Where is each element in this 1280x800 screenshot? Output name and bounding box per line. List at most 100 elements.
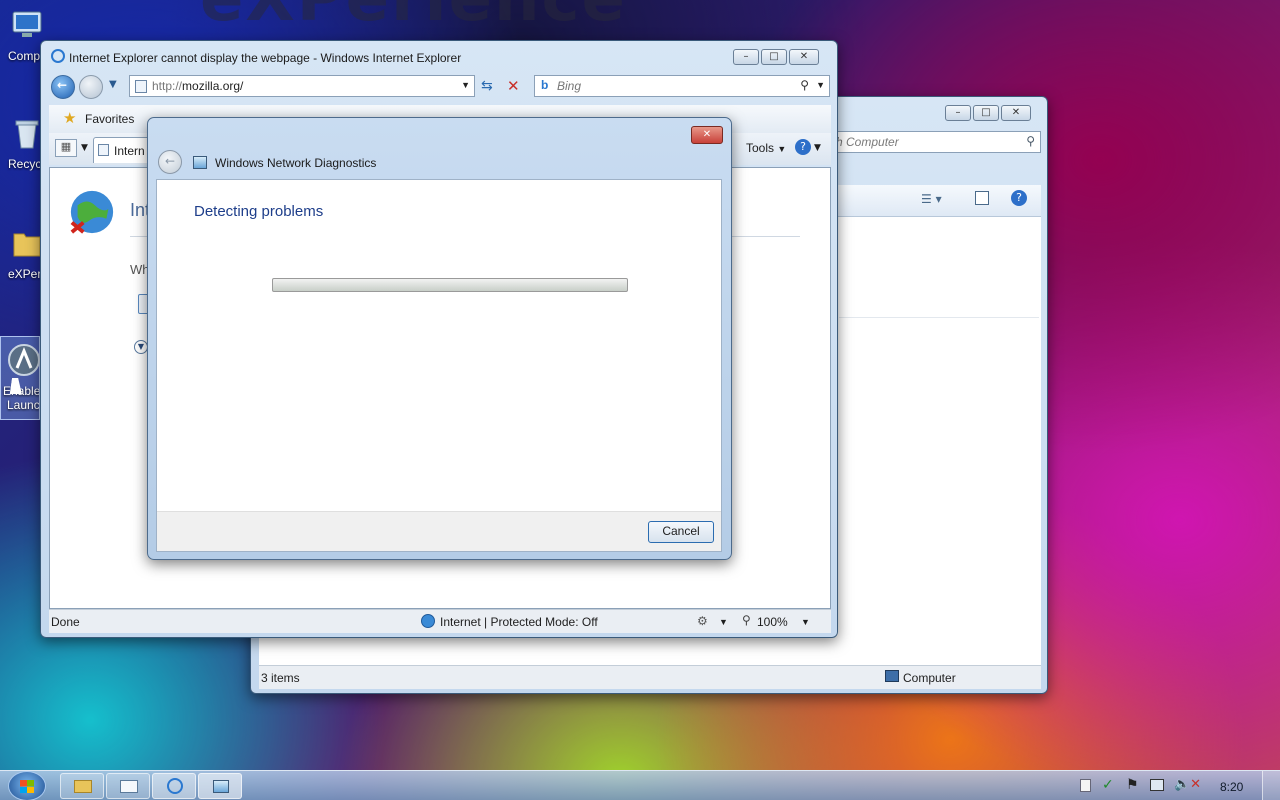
network-diagnostics-icon: [213, 780, 229, 793]
tray-volume-muted-icon[interactable]: 🔈✕: [1174, 777, 1201, 792]
protected-mode-icon[interactable]: ⚙: [697, 614, 708, 628]
maximize-button[interactable]: □: [973, 105, 999, 121]
progress-bar: [272, 278, 628, 292]
launcher-icon: [8, 344, 40, 376]
explorer-status-bar: 3 items Computer: [259, 665, 1041, 689]
item-count: 3 items: [261, 671, 300, 685]
dialog-footer: Cancel: [157, 511, 721, 551]
search-box[interactable]: b Bing ⚲ ▼: [534, 75, 830, 97]
address-prefix: http://: [152, 79, 183, 93]
divider: [839, 317, 1039, 318]
cancel-button[interactable]: Cancel: [648, 521, 714, 543]
window-icon: [120, 780, 138, 793]
tools-label: Tools: [746, 141, 775, 155]
back-arrow-icon: ←: [165, 154, 176, 168]
search-placeholder: Bing: [557, 79, 582, 93]
back-button[interactable]: ←: [51, 75, 75, 99]
help-menu-icon[interactable]: ?: [795, 139, 811, 155]
protected-dropdown-icon[interactable]: ▼: [719, 617, 728, 627]
dialog-back-button[interactable]: ←: [158, 150, 182, 174]
explorer-search-placeholder: h Computer: [836, 135, 899, 149]
forward-button[interactable]: [79, 75, 103, 99]
help-dropdown-icon[interactable]: ▼: [814, 143, 821, 153]
close-button[interactable]: ✕: [1001, 105, 1031, 121]
back-arrow-icon: ←: [57, 78, 68, 92]
show-desktop-button[interactable]: [1262, 771, 1280, 800]
internet-zone-icon: [421, 614, 435, 628]
globe-error-icon: [70, 190, 114, 234]
desktop-icon-experience[interactable]: eXPer: [0, 226, 44, 281]
ie-status-bar: Done Internet | Protected Mode: Off ⚙ ▼ …: [49, 609, 831, 633]
tools-menu[interactable]: Tools ▼: [746, 141, 786, 155]
search-dropdown-icon[interactable]: ▼: [816, 80, 825, 90]
tray-action-center-icon[interactable]: ⚑: [1126, 777, 1139, 793]
address-bar[interactable]: http://mozilla.org/ ▼: [129, 75, 475, 97]
maximize-button[interactable]: □: [761, 49, 787, 65]
explorer-caption-buttons: – □ ✕: [945, 105, 1031, 121]
quick-tabs-icon[interactable]: ▦: [55, 139, 77, 157]
zoom-level[interactable]: 100%: [757, 615, 788, 629]
ie-window-title: Internet Explorer cannot display the web…: [69, 51, 462, 65]
search-icon[interactable]: ⚲: [800, 78, 809, 92]
ie-logo-icon: [167, 778, 183, 794]
more-info-expand-icon[interactable]: ▼: [134, 340, 148, 354]
desktop-icon-label: Comp: [8, 49, 41, 63]
refresh-icon[interactable]: ⇆: [481, 78, 493, 94]
page-icon: [135, 80, 147, 93]
tray-network-icon[interactable]: [1150, 779, 1164, 791]
taskbar-window-button[interactable]: [106, 773, 150, 799]
status-location: Computer: [903, 671, 956, 685]
folder-icon: [74, 780, 92, 793]
taskbar-ie-button[interactable]: [152, 773, 196, 799]
tray-clock[interactable]: 8:20: [1220, 780, 1243, 794]
desktop-icon-label: eXPer: [8, 267, 42, 281]
ie-logo-icon: [51, 49, 65, 63]
status-done: Done: [51, 615, 80, 629]
network-diagnostics-dialog[interactable]: ✕ ← Windows Network Diagnostics Detectin…: [147, 117, 732, 560]
address-host: mozilla.org/: [182, 79, 244, 93]
zoom-dropdown-icon[interactable]: ▼: [801, 617, 810, 627]
tab-list-dropdown-icon[interactable]: ▼: [81, 143, 88, 153]
tab-page-icon: [98, 144, 109, 156]
tray-document-icon[interactable]: [1080, 779, 1091, 792]
preview-pane-icon[interactable]: [975, 191, 989, 205]
desktop-icon-computer[interactable]: Comp: [0, 8, 44, 63]
status-zone: Internet | Protected Mode: Off: [440, 615, 598, 629]
views-icon[interactable]: ☰ ▾: [921, 192, 942, 206]
network-diagnostics-icon: [193, 156, 207, 169]
taskbar-diagnostics-button[interactable]: [198, 773, 242, 799]
recycle-bin-icon: [15, 120, 39, 149]
taskbar-explorer-button[interactable]: [60, 773, 104, 799]
dialog-content: Detecting problems Cancel: [156, 179, 722, 552]
close-button[interactable]: ✕: [789, 49, 819, 65]
explorer-search-box[interactable]: h Computer ⚲: [831, 131, 1041, 153]
search-icon: ⚲: [1026, 134, 1035, 148]
windows-logo-icon: [20, 780, 34, 793]
desktop-icon-label: Recyc: [8, 157, 42, 171]
ie-caption-buttons: – □ ✕: [733, 49, 819, 65]
taskbar: ✓ ⚑ 🔈✕ 8:20: [0, 770, 1280, 800]
minimize-button[interactable]: –: [733, 49, 759, 65]
favorites-button[interactable]: Favorites: [85, 112, 134, 126]
tab-label: Intern: [114, 144, 145, 158]
start-button[interactable]: [8, 771, 46, 800]
wallpaper-text: eXPerience: [200, 0, 627, 36]
favorites-star-icon: ★: [63, 109, 77, 127]
history-dropdown-icon[interactable]: ▼: [109, 79, 117, 90]
desktop-icon-label: Launc: [7, 398, 39, 412]
stop-icon[interactable]: ✕: [507, 77, 520, 95]
zoom-icon[interactable]: ⚲: [742, 613, 751, 627]
mouse-cursor: [9, 378, 25, 394]
computer-icon: [12, 11, 42, 37]
chevron-down-icon: ▼: [777, 144, 787, 154]
desktop-icon-recycle-bin[interactable]: Recyc: [0, 116, 44, 171]
address-dropdown-icon[interactable]: ▼: [461, 80, 470, 90]
bing-icon: b: [541, 78, 549, 92]
close-button[interactable]: ✕: [691, 126, 723, 144]
help-icon[interactable]: ?: [1011, 190, 1027, 206]
minimize-button[interactable]: –: [945, 105, 971, 121]
dialog-heading: Detecting problems: [194, 203, 324, 220]
folder-icon: [13, 233, 41, 257]
computer-icon: [885, 670, 899, 682]
tray-security-icon[interactable]: ✓: [1102, 777, 1114, 793]
